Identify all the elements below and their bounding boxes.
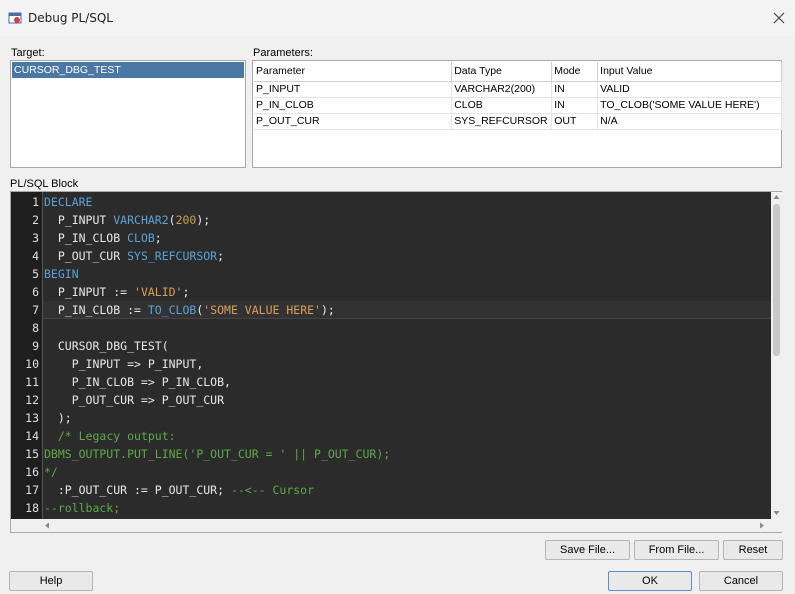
- table-row[interactable]: P_INPUT VARCHAR2(200) IN VALID: [254, 81, 782, 98]
- line-number: 4: [32, 249, 39, 263]
- param-type: VARCHAR2(200): [451, 81, 553, 98]
- vertical-scroll-thumb[interactable]: [773, 204, 780, 356]
- line-number: 16: [25, 465, 39, 479]
- scroll-right-icon[interactable]: [759, 522, 765, 529]
- target-label: Target:: [11, 47, 45, 59]
- save-file-label: Save File...: [559, 544, 616, 556]
- debug-window-icon: [8, 12, 22, 24]
- line-number: 11: [25, 375, 39, 389]
- line-number: 15: [25, 447, 39, 461]
- line-number: 1: [32, 195, 39, 209]
- target-list[interactable]: CURSOR_DBG_TEST: [10, 60, 246, 168]
- code-line: P_IN_CLOB => P_IN_CLOB,: [44, 375, 231, 389]
- parameters-table-container: Parameter Data Type Mode Input Value P_I…: [252, 60, 782, 168]
- param-name: P_INPUT: [254, 81, 453, 98]
- code-line: --rollback;: [44, 501, 121, 515]
- code-line: P_INPUT => P_INPUT,: [44, 357, 204, 371]
- line-number: 5: [32, 267, 39, 281]
- line-number: 9: [32, 339, 39, 353]
- line-number: 6: [32, 285, 39, 299]
- save-file-button[interactable]: Save File...: [545, 540, 630, 560]
- param-mode: IN: [551, 97, 599, 114]
- parameters-table: Parameter Data Type Mode Input Value P_I…: [254, 62, 782, 130]
- column-header-mode[interactable]: Mode: [551, 62, 599, 82]
- param-input-value[interactable]: N/A: [597, 113, 782, 130]
- code-line: P_OUT_CUR => P_OUT_CUR: [44, 393, 225, 407]
- ok-button[interactable]: OK: [608, 571, 692, 591]
- horizontal-scrollbar[interactable]: [11, 519, 782, 532]
- code-line: /* Legacy output:: [57, 429, 176, 443]
- close-icon[interactable]: [770, 9, 788, 27]
- scroll-left-icon[interactable]: [44, 522, 50, 529]
- code-line: P_OUT_CUR SYS_REFCURSOR;: [44, 249, 225, 263]
- debug-plsql-dialog: Debug PL/SQL Target: CURSOR_DBG_TEST Par…: [0, 0, 795, 594]
- reset-button[interactable]: Reset: [723, 540, 783, 560]
- line-number: 13: [25, 411, 39, 425]
- code-line: DBMS_OUTPUT.PUT_LINE('P_OUT_CUR = ' || P…: [44, 447, 391, 461]
- line-number: 2: [32, 213, 39, 227]
- param-input-value[interactable]: VALID: [597, 81, 782, 98]
- title-bar: Debug PL/SQL: [0, 0, 795, 36]
- column-header-data-type[interactable]: Data Type: [451, 62, 553, 82]
- code-line: CURSOR_DBG_TEST(: [44, 339, 169, 353]
- line-number: 8: [32, 321, 39, 335]
- cancel-label: Cancel: [723, 575, 759, 587]
- code-line: P_IN_CLOB CLOB;: [44, 231, 162, 245]
- param-type: SYS_REFCURSOR: [451, 113, 553, 130]
- param-name: P_OUT_CUR: [254, 113, 453, 130]
- ok-label: OK: [642, 575, 658, 587]
- code-line: :P_OUT_CUR := P_OUT_CUR; --<-- Cursor: [44, 483, 315, 497]
- vertical-scrollbar[interactable]: [771, 192, 782, 519]
- line-number: 12: [25, 393, 39, 407]
- parameters-label: Parameters:: [253, 47, 313, 59]
- code-line: DECLARE: [44, 195, 93, 209]
- code-line: P_INPUT := 'VALID';: [44, 285, 190, 299]
- cancel-button[interactable]: Cancel: [699, 571, 783, 591]
- param-mode: OUT: [551, 113, 599, 130]
- line-number: 14: [25, 429, 39, 443]
- plsql-code-editor[interactable]: DECLARE P_INPUT VARCHAR2(200); P_IN_CLOB…: [10, 191, 782, 533]
- param-type: CLOB: [451, 97, 553, 114]
- table-row[interactable]: P_IN_CLOB CLOB IN TO_CLOB('SOME VALUE HE…: [254, 97, 782, 114]
- line-number: 17: [25, 483, 39, 497]
- from-file-label: From File...: [648, 544, 705, 556]
- code-line: );: [44, 411, 72, 425]
- line-number: 18: [25, 501, 39, 515]
- code-line: */: [44, 465, 58, 479]
- reset-label: Reset: [738, 544, 768, 556]
- line-number: 3: [32, 231, 39, 245]
- table-header-row: Parameter Data Type Mode Input Value: [254, 62, 782, 82]
- column-header-input-value[interactable]: Input Value: [597, 62, 782, 82]
- line-number: 10: [25, 357, 39, 371]
- scroll-up-icon[interactable]: [773, 194, 780, 200]
- scroll-down-icon[interactable]: [773, 510, 780, 516]
- gutter-separator: [42, 192, 43, 519]
- code-line: P_IN_CLOB := TO_CLOB('SOME VALUE HERE');: [44, 303, 335, 317]
- window-title: Debug PL/SQL: [28, 11, 113, 25]
- help-button[interactable]: Help: [9, 571, 93, 591]
- param-mode: IN: [551, 81, 599, 98]
- param-name: P_IN_CLOB: [254, 97, 453, 114]
- line-number: 7: [32, 303, 39, 317]
- help-label: Help: [39, 575, 63, 587]
- code-line: P_INPUT VARCHAR2(200);: [44, 213, 211, 227]
- target-item-cursor-dbg-test[interactable]: CURSOR_DBG_TEST: [12, 62, 244, 78]
- from-file-button[interactable]: From File...: [634, 540, 719, 560]
- table-row[interactable]: P_OUT_CUR SYS_REFCURSOR OUT N/A: [254, 113, 782, 130]
- code-line: BEGIN: [44, 267, 79, 281]
- column-header-parameter[interactable]: Parameter: [254, 62, 453, 82]
- param-input-value[interactable]: TO_CLOB('SOME VALUE HERE'): [597, 97, 782, 114]
- plsql-block-label: PL/SQL Block: [10, 178, 79, 190]
